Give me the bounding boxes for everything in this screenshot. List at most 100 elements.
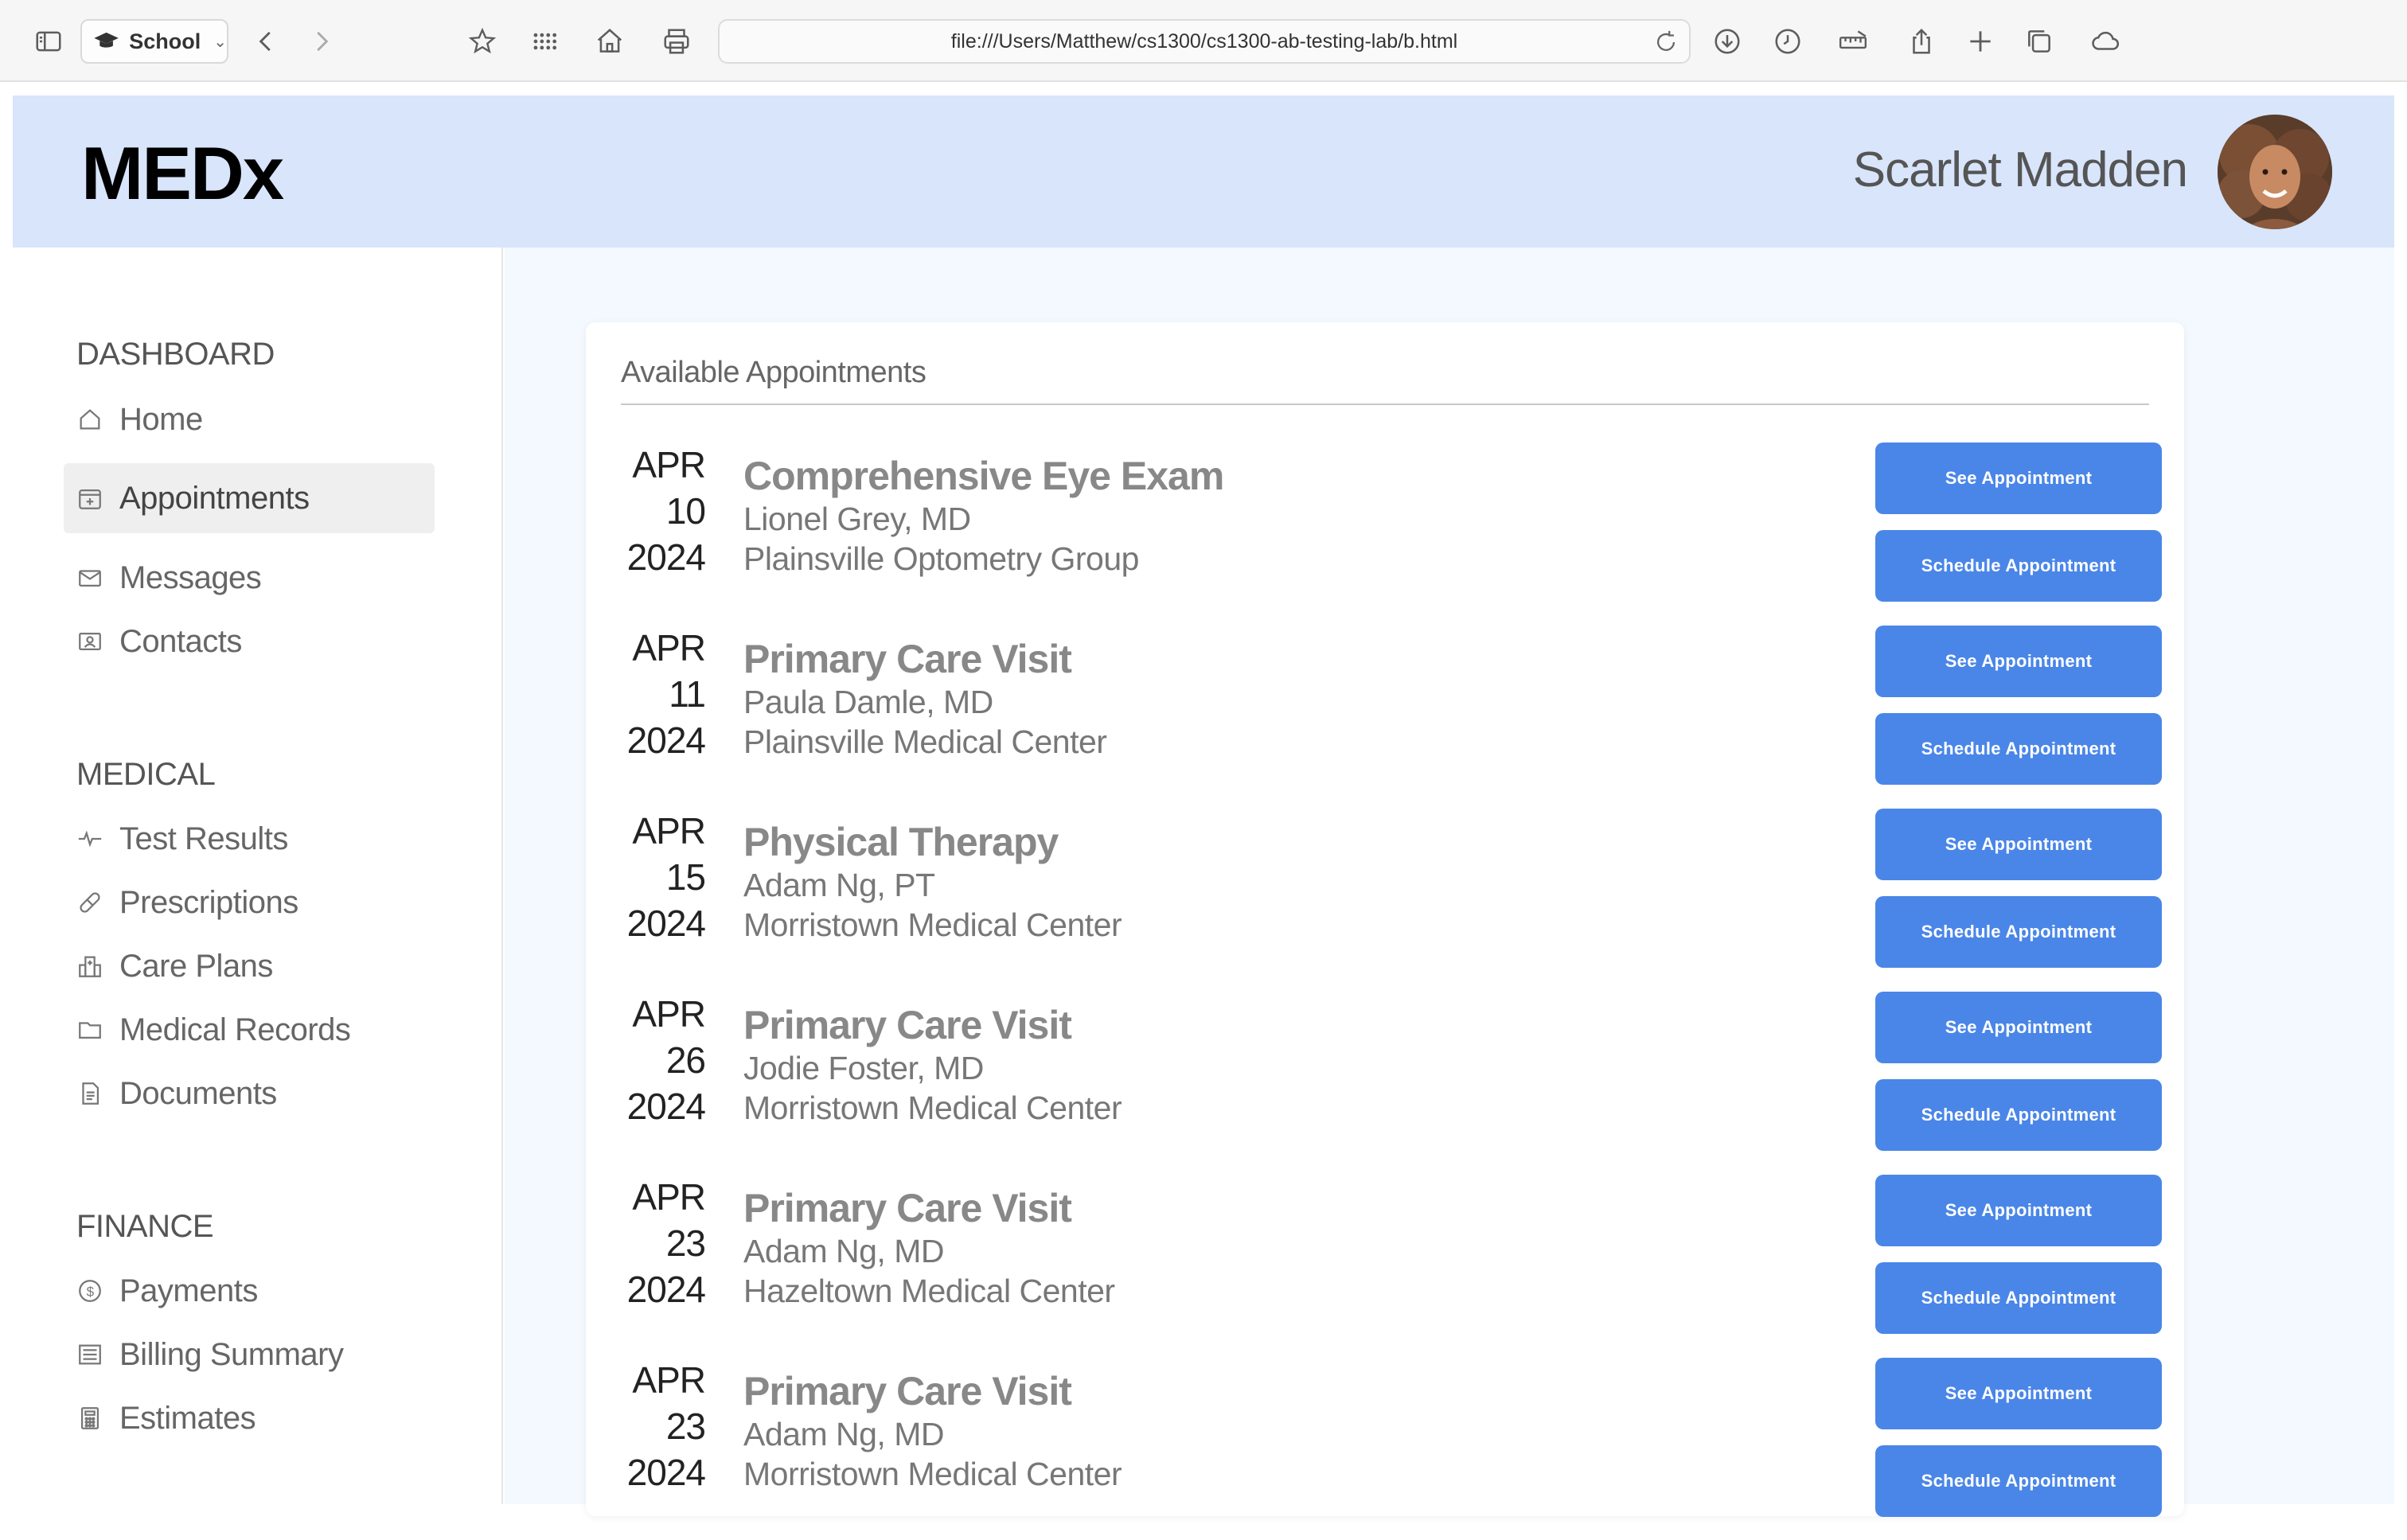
profile-label: School (129, 29, 201, 53)
date-month: APR (632, 1359, 706, 1401)
address-bar[interactable]: file:///Users/Matthew/cs1300/cs1300-ab-t… (718, 19, 1691, 64)
share-icon[interactable] (1904, 21, 1939, 62)
sidebar-item-documents[interactable]: Documents (64, 1059, 435, 1129)
date-day: 11 (669, 673, 706, 715)
calendar-icon (79, 489, 101, 509)
cloud-icon[interactable] (2085, 21, 2125, 62)
appointment-date: APR 10 2024 (586, 442, 706, 580)
date-year: 2024 (626, 719, 706, 761)
sidebar-item-medical-records[interactable]: Medical Records (64, 995, 435, 1065)
avatar[interactable] (2218, 115, 2332, 229)
schedule-appointment-button[interactable]: Schedule Appointment (1875, 1262, 2162, 1334)
card-title: Available Appointments (621, 356, 927, 389)
date-day: 26 (665, 1039, 706, 1081)
sidebar-item-label: Messages (119, 559, 262, 595)
date-day: 23 (665, 1222, 706, 1264)
hospital-icon (79, 956, 101, 977)
schedule-appointment-button[interactable]: Schedule Appointment (1875, 1445, 2162, 1517)
appointment-title: Primary Care Visit (743, 1369, 1072, 1413)
brand-logo[interactable]: MEDx (81, 131, 284, 216)
sidebar-item-messages[interactable]: Messages (64, 543, 435, 613)
appointment-title: Comprehensive Eye Exam (743, 454, 1224, 498)
section-title-finance: FINANCE (76, 1209, 214, 1244)
appointment-doctor: Adam Ng, PT (743, 867, 935, 903)
ruler-icon[interactable] (1834, 21, 1872, 62)
appointment-item: APR 23 2024 Primary Care Visit Adam Ng, … (586, 1357, 2184, 1540)
appointment-item: APR 11 2024 Primary Care Visit Paula Dam… (586, 625, 2184, 808)
forward-icon[interactable] (306, 21, 337, 62)
star-icon[interactable] (465, 21, 500, 62)
sidebar-item-payments[interactable]: $ Payments (64, 1256, 435, 1326)
see-appointment-button[interactable]: See Appointment (1875, 443, 2162, 514)
sidebar-item-test-results[interactable]: Test Results (64, 804, 435, 874)
see-appointment-button[interactable]: See Appointment (1875, 626, 2162, 697)
new-tab-icon[interactable] (1963, 21, 1998, 62)
appointment-doctor: Paula Damle, MD (743, 684, 993, 720)
home-icon (80, 409, 100, 430)
appointment-location: Morristown Medical Center (743, 1456, 1122, 1492)
appointment-title: Primary Care Visit (743, 637, 1072, 681)
divider (621, 404, 2149, 405)
sidebar-item-label: Documents (119, 1075, 277, 1111)
date-month: APR (632, 993, 706, 1035)
appointment-title: Primary Care Visit (743, 1186, 1072, 1230)
appointment-doctor: Adam Ng, MD (743, 1233, 944, 1269)
list-icon (79, 1344, 101, 1365)
download-icon[interactable] (1710, 21, 1745, 62)
sidebar-item-label: Billing Summary (119, 1336, 344, 1372)
sidebar-item-prescriptions[interactable]: Prescriptions (64, 867, 435, 938)
sidebar-item-label: Prescriptions (119, 884, 298, 920)
appointment-title: Primary Care Visit (743, 1003, 1072, 1047)
sidebar-item-care-plans[interactable]: Care Plans (64, 931, 435, 1001)
app-header: MEDx Scarlet Madden (13, 96, 2394, 248)
folder-icon (79, 1022, 101, 1039)
date-year: 2024 (626, 1269, 706, 1310)
history-icon[interactable] (1770, 21, 1805, 62)
schedule-appointment-button[interactable]: Schedule Appointment (1875, 1079, 2162, 1151)
contact-card-icon (79, 632, 101, 651)
appointment-location: Morristown Medical Center (743, 1090, 1122, 1126)
browser-toolbar: School ⌄ file:///Users/Matthew/cs1300/cs… (0, 0, 2407, 82)
see-appointment-button[interactable]: See Appointment (1875, 992, 2162, 1063)
appointment-doctor: Adam Ng, MD (743, 1416, 944, 1452)
appointment-doctor: Jodie Foster, MD (743, 1050, 984, 1086)
sidebar-item-contacts[interactable]: Contacts (64, 606, 435, 676)
sidebar-item-estimates[interactable]: Estimates (64, 1383, 435, 1453)
sidebar-item-label: Appointments (119, 480, 310, 516)
grid-icon[interactable] (527, 21, 562, 62)
see-appointment-button[interactable]: See Appointment (1875, 809, 2162, 880)
schedule-appointment-button[interactable]: Schedule Appointment (1875, 896, 2162, 968)
section-title-medical: MEDICAL (76, 757, 216, 792)
pill-icon (80, 892, 100, 913)
sidebar-item-appointments[interactable]: Appointments (64, 463, 435, 533)
date-day: 23 (665, 1405, 706, 1447)
reload-icon[interactable] (1652, 29, 1679, 56)
sidebar-item-home[interactable]: Home (64, 384, 435, 454)
see-appointment-button[interactable]: See Appointment (1875, 1175, 2162, 1246)
appointment-date: APR 23 2024 (586, 1174, 706, 1312)
main-content: Available Appointments APR 10 2024 Compr… (505, 248, 2394, 1517)
home-icon[interactable] (592, 21, 627, 62)
sidebar-item-label: Home (119, 401, 203, 437)
date-month: APR (632, 444, 706, 485)
back-icon[interactable] (250, 21, 282, 62)
profile-switcher[interactable]: School ⌄ (80, 19, 228, 64)
appointment-date: APR 15 2024 (586, 808, 706, 946)
appointment-item: APR 23 2024 Primary Care Visit Adam Ng, … (586, 1174, 2184, 1357)
print-icon[interactable] (659, 21, 694, 62)
dollar-coin-icon: $ (79, 1280, 101, 1302)
schedule-appointment-button[interactable]: Schedule Appointment (1875, 530, 2162, 602)
tab-overview-icon[interactable] (2022, 21, 2057, 62)
document-icon (82, 1082, 99, 1105)
sidebar-item-billing-summary[interactable]: Billing Summary (64, 1320, 435, 1390)
appointment-info: Comprehensive Eye Exam Lionel Grey, MD P… (743, 453, 1224, 579)
schedule-appointment-button[interactable]: Schedule Appointment (1875, 713, 2162, 785)
sidebar-toggle-icon[interactable] (30, 21, 67, 62)
sidebar-item-label: Test Results (119, 821, 288, 856)
appointment-location: Plainsville Optometry Group (743, 540, 1139, 577)
sidebar-item-label: Contacts (119, 623, 242, 659)
appointment-info: Primary Care Visit Adam Ng, MD Hazeltown… (743, 1185, 1115, 1311)
envelope-icon (79, 570, 101, 587)
see-appointment-button[interactable]: See Appointment (1875, 1358, 2162, 1429)
date-year: 2024 (626, 1086, 706, 1127)
